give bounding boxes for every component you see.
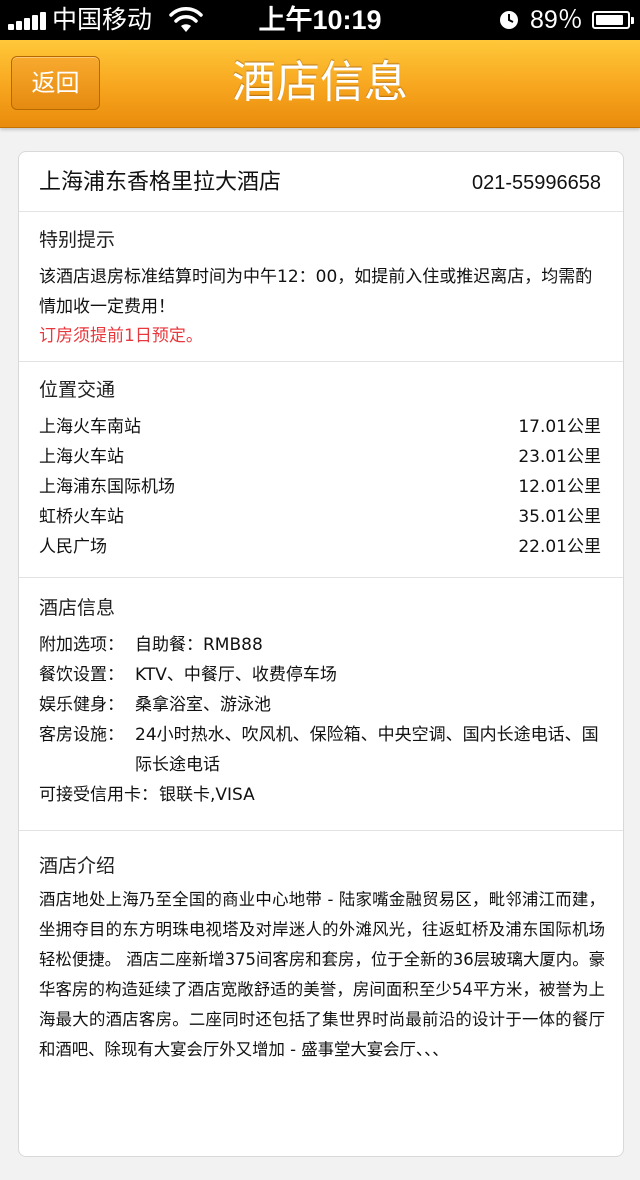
info-row-room: 客房设施： 24小时热水、吹风机、保险箱、中央空调、国内长途电话、国际长途电话 (39, 720, 601, 780)
place-name: 上海火车南站 (39, 417, 141, 437)
info-row-extras: 附加选项： 自助餐：RMB88 (39, 630, 601, 660)
list-item: 上海火车南站 17.01公里 (39, 412, 601, 442)
hotel-info-card: 上海浦东香格里拉大酒店 021-55996658 特别提示 该酒店退房标准结算时… (18, 151, 624, 1157)
place-distance: 22.01公里 (518, 537, 601, 557)
place-distance: 23.01公里 (518, 447, 601, 467)
place-distance: 12.01公里 (518, 477, 601, 497)
notice-text: 该酒店退房标准结算时间为中午12：00，如提前入住或推迟离店，均需酌情加收一定费… (39, 267, 593, 317)
info-value: 自助餐：RMB88 (135, 635, 263, 655)
info-value: 桑拿浴室、游泳池 (135, 695, 271, 715)
info-value: KTV、中餐厅、收费停车场 (135, 665, 337, 685)
list-item: 人民广场 22.01公里 (39, 532, 601, 562)
notice-section: 特别提示 该酒店退房标准结算时间为中午12：00，如提前入住或推迟离店，均需酌情… (19, 212, 623, 362)
battery-percent: 89％ (530, 6, 583, 34)
list-item: 上海浦东国际机场 12.01公里 (39, 472, 601, 502)
location-title: 位置交通 (39, 379, 116, 401)
notice-title: 特别提示 (39, 229, 116, 251)
place-name: 上海浦东国际机场 (39, 477, 175, 497)
place-name: 虹桥火车站 (39, 507, 124, 527)
info-label: 餐饮设置： (39, 665, 124, 685)
hotel-header-section: 上海浦东香格里拉大酒店 021-55996658 (19, 152, 623, 212)
info-row-dining: 餐饮设置： KTV、中餐厅、收费停车场 (39, 660, 601, 690)
list-item: 虹桥火车站 35.01公里 (39, 502, 601, 532)
info-label: 可接受信用卡： (39, 785, 158, 805)
hotel-name: 上海浦东香格里拉大酒店 (39, 170, 282, 195)
hotel-phone-link[interactable]: 021-55996658 (472, 168, 601, 198)
battery-icon (592, 11, 634, 29)
info-row-cards: 可接受信用卡： 银联卡,VISA (39, 780, 601, 810)
place-distance: 17.01公里 (518, 417, 601, 437)
list-item: 上海火车站 23.01公里 (39, 442, 601, 472)
info-row-leisure: 娱乐健身： 桑拿浴室、游泳池 (39, 690, 601, 720)
info-value: 银联卡,VISA (159, 785, 255, 805)
place-distance: 35.01公里 (518, 507, 601, 527)
facilities-section: 酒店信息 附加选项： 自助餐：RMB88 餐饮设置： KTV、中餐厅、收费停车场… (19, 578, 623, 831)
alarm-clock-icon (500, 11, 518, 29)
place-name: 人民广场 (39, 537, 107, 557)
info-label: 附加选项： (39, 635, 124, 655)
info-label: 娱乐健身： (39, 695, 124, 715)
info-label: 客房设施： (39, 725, 124, 745)
intro-title: 酒店介绍 (39, 855, 116, 877)
nav-bar: 返回 酒店信息 (0, 40, 640, 128)
page-title: 酒店信息 (232, 57, 408, 108)
intro-text: 酒店地处上海乃至全国的商业中心地带 - 陆家嘴金融贸易区，毗邻浦江而建，坐拥夺目… (39, 890, 605, 1059)
notice-warning: 订房须提前1日预定。 (39, 326, 203, 346)
status-bar: 中国移动 上午10:19 89％ (0, 0, 640, 40)
location-section: 位置交通 上海火车南站 17.01公里 上海火车站 23.01公里 上海浦东国际… (19, 362, 623, 578)
info-value: 24小时热水、吹风机、保险箱、中央空调、国内长途电话、国际长途电话 (135, 725, 599, 775)
facilities-title: 酒店信息 (39, 597, 116, 619)
place-name: 上海火车站 (39, 447, 124, 467)
